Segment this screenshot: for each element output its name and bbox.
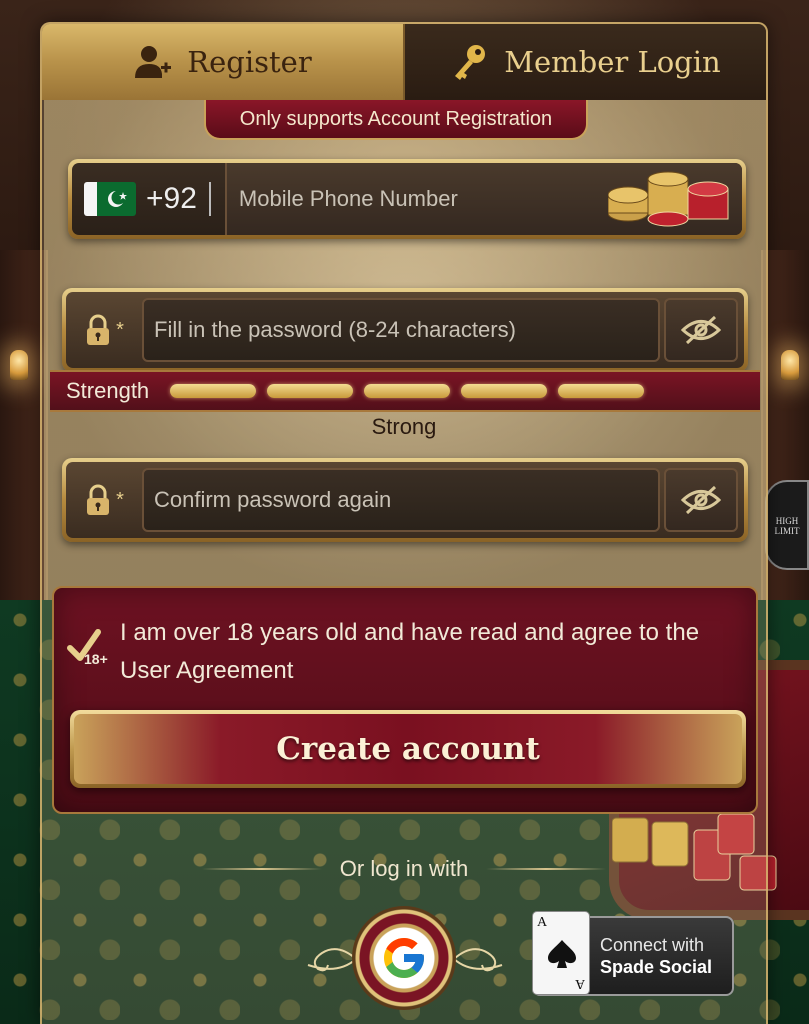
google-icon bbox=[384, 938, 424, 978]
high-limit-sign: HIGH LIMIT bbox=[765, 480, 809, 570]
spade-social-text: Connect with Spade Social bbox=[600, 934, 712, 978]
spade-social-login-button[interactable]: A A Connect with Spade Social bbox=[532, 911, 734, 996]
strength-segment bbox=[461, 384, 547, 398]
spade-icon bbox=[548, 940, 576, 968]
card-rank-top: A bbox=[537, 915, 548, 930]
strength-segment bbox=[364, 384, 450, 398]
phone-field: +92 bbox=[68, 159, 746, 239]
chips-icon bbox=[608, 171, 729, 227]
confirm-password-lock: * bbox=[66, 484, 142, 516]
password-input[interactable] bbox=[154, 317, 658, 343]
agreement-text: I am over 18 years old and have read and… bbox=[120, 619, 700, 684]
registration-notice: Only supports Account Registration bbox=[204, 100, 588, 140]
google-login-button[interactable] bbox=[352, 906, 456, 1010]
password-field-inner: * bbox=[66, 292, 744, 368]
tab-register-label: Register bbox=[187, 45, 312, 79]
flourish-right-icon bbox=[453, 948, 503, 972]
confirm-password-field-inner: * bbox=[66, 462, 744, 538]
divider-line-right bbox=[486, 868, 607, 870]
social-divider: Or log in with bbox=[42, 856, 766, 882]
eye-slash-icon bbox=[681, 485, 721, 515]
country-dial-code[interactable]: +92 bbox=[146, 182, 197, 216]
create-account-label: Create account bbox=[74, 714, 742, 784]
strength-segment bbox=[267, 384, 353, 398]
eye-slash-icon bbox=[681, 315, 721, 345]
wall-sconce-right bbox=[781, 350, 799, 380]
age-badge-text: 18+ bbox=[84, 651, 108, 667]
toggle-confirm-visibility-button[interactable] bbox=[664, 468, 738, 532]
registration-notice-text: Only supports Account Registration bbox=[239, 107, 553, 130]
password-strength-bar: Strength bbox=[50, 370, 760, 412]
add-user-icon bbox=[135, 46, 172, 78]
divider-line-left bbox=[201, 868, 322, 870]
lock-icon bbox=[87, 314, 110, 345]
lock-icon bbox=[87, 484, 110, 515]
registration-panel: Register Member Login Only supports Acco… bbox=[40, 22, 768, 1024]
password-field: * bbox=[62, 288, 748, 372]
password-required-mark: * bbox=[116, 318, 124, 341]
phone-input-wrapper bbox=[224, 163, 742, 235]
strength-segment bbox=[170, 384, 256, 398]
pakistan-flag-icon bbox=[84, 182, 136, 216]
ace-of-spades-icon: A A bbox=[532, 911, 590, 995]
password-input-wrapper bbox=[142, 298, 660, 362]
key-icon bbox=[455, 45, 486, 80]
confirm-password-field: * bbox=[62, 458, 748, 542]
spade-social-line1: Connect with bbox=[600, 935, 705, 955]
confirm-password-input[interactable] bbox=[154, 487, 658, 513]
age-agreement-checkbox[interactable]: 18+ I am over 18 years old and have read… bbox=[66, 614, 740, 690]
tab-register[interactable]: Register bbox=[42, 24, 405, 100]
card-rank-bottom: A bbox=[574, 976, 585, 991]
create-account-button[interactable]: Create account bbox=[70, 710, 746, 788]
flourish-left-icon bbox=[307, 948, 357, 972]
tab-member-login-label: Member Login bbox=[504, 45, 721, 79]
strength-status-text: Strong bbox=[371, 414, 437, 439]
dial-code-separator bbox=[208, 182, 211, 216]
tab-member-login[interactable]: Member Login bbox=[405, 24, 766, 100]
strength-label: Strength bbox=[66, 378, 150, 403]
strength-segment bbox=[558, 384, 644, 398]
wall-sconce-left bbox=[10, 350, 28, 380]
auth-tabs: Register Member Login bbox=[42, 24, 766, 100]
confirm-password-input-wrapper bbox=[142, 468, 660, 532]
agreement-box: 18+ I am over 18 years old and have read… bbox=[52, 586, 758, 814]
age-check-icon: 18+ bbox=[67, 629, 108, 667]
spade-social-line2: Spade Social bbox=[600, 957, 713, 977]
social-divider-text: Or log in with bbox=[339, 856, 469, 881]
confirm-required-mark: * bbox=[116, 488, 124, 511]
password-lock: * bbox=[66, 314, 142, 346]
toggle-password-visibility-button[interactable] bbox=[664, 298, 738, 362]
phone-field-inner: +92 bbox=[72, 163, 742, 235]
